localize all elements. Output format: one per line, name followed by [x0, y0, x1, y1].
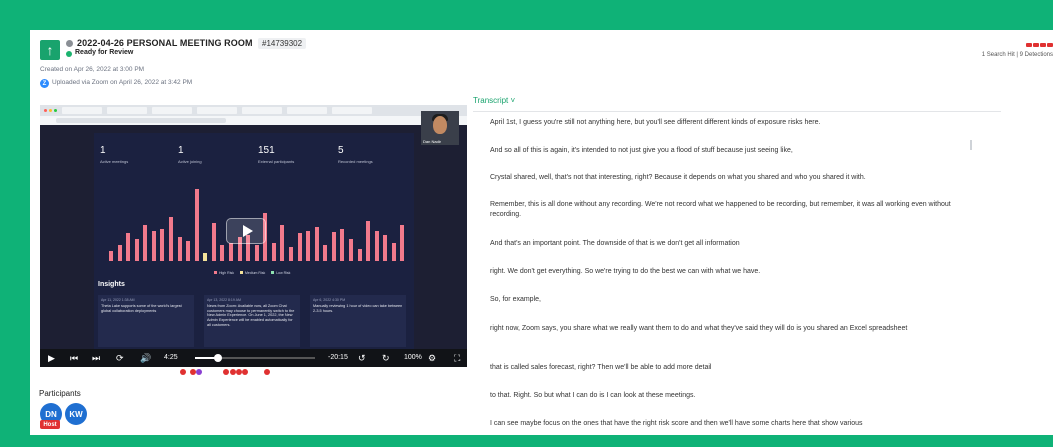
dashboard-bar: [297, 233, 302, 261]
dashboard-bar: [203, 253, 208, 261]
stat-card: 1 Active joining: [178, 145, 202, 164]
created-date: Created on Apr 26, 2022 at 3:00 PM: [40, 66, 145, 73]
stat-card: 151 External participants: [258, 145, 295, 164]
transcript-line[interactable]: April 1st, I guess you're still not anyt…: [490, 118, 970, 128]
recording-dot-icon: [66, 40, 73, 47]
dashboard-bar: [177, 237, 182, 261]
playback-speed[interactable]: 100%: [404, 354, 422, 361]
page-title: 2022-04-26 PERSONAL MEETING ROOM: [77, 38, 253, 48]
settings-gear-icon[interactable]: ⚙: [428, 352, 436, 364]
seek-bar[interactable]: [195, 354, 315, 362]
dashboard-bar: [271, 243, 276, 261]
transcript-line[interactable]: And that's an important point. The downs…: [490, 239, 970, 249]
transcript-line[interactable]: to that. Right. So but what I can do is …: [490, 391, 970, 401]
transcript-line[interactable]: Crystal shared, well, that's not that in…: [490, 173, 970, 183]
transcript-line[interactable]: right now, Zoom says, you share what we …: [490, 324, 970, 334]
dashboard-bar: [220, 245, 225, 261]
dashboard-bar: [383, 235, 388, 261]
insight-card: Apr 6, 2022 4:30 PM Manually reviewing 1 …: [310, 295, 406, 347]
status-label: Ready for Review: [75, 49, 134, 56]
dashboard-bar: [323, 245, 328, 261]
dashboard-bar: [391, 243, 396, 261]
dashboard-bar: [186, 241, 191, 261]
transcript-divider: [473, 111, 1001, 112]
avatar[interactable]: KW: [65, 403, 87, 425]
detection-marker[interactable]: [180, 369, 186, 375]
dashboard-bar: [194, 189, 199, 261]
rewind-icon[interactable]: ↺: [358, 352, 366, 364]
chart-legend: High Risk Medium Risk Low Risk: [214, 271, 290, 275]
dashboard-bar: [254, 245, 259, 261]
dashboard-bar: [314, 227, 319, 261]
video-player[interactable]: Dan Nadir 1 Active meetings 1 Active joini…: [40, 105, 467, 367]
dashboard-bar: [331, 232, 336, 261]
dashboard-bar: [134, 239, 139, 261]
participants-heading: Participants: [39, 389, 81, 398]
dashboard-bar: [400, 225, 405, 261]
detection-marker[interactable]: [223, 369, 229, 375]
dashboard-bar: [143, 225, 148, 261]
dashboard-bar: [169, 217, 173, 261]
volume-icon[interactable]: 🔊: [140, 352, 151, 364]
insight-card: Apr 13, 2022 8:19 AM News from Zoom: Avai…: [204, 295, 300, 347]
zoom-icon: Z: [40, 79, 49, 88]
player-controls: ▶ ⏮ ⏭ ⟳ 🔊 4:25 -20:15 ↺ ↻ 100% ⚙ ⛶: [40, 349, 467, 367]
recorded-url-bar: [40, 116, 467, 125]
host-badge: Host: [40, 420, 60, 429]
detection-marker[interactable]: [196, 369, 202, 375]
dashboard-bar: [289, 247, 293, 261]
risk-indicator: [1026, 43, 1053, 47]
dashboard-bar: [280, 225, 285, 261]
current-time: 4:25: [164, 354, 178, 361]
seek-handle[interactable]: [214, 354, 222, 362]
dashboard-bar: [366, 221, 371, 261]
dashboard-bar: [117, 245, 122, 261]
skip-back-icon[interactable]: ⏮: [70, 352, 78, 364]
transcript-tab[interactable]: Transcript ˅: [473, 96, 515, 105]
upload-arrow-icon[interactable]: ↑: [40, 40, 60, 60]
forward-icon[interactable]: ↻: [382, 352, 390, 364]
transcript-line[interactable]: right. We don't get everything. So we're…: [490, 267, 970, 277]
stat-card: 1 Active meetings: [100, 145, 129, 164]
transcript-scrollbar[interactable]: [970, 140, 972, 150]
detection-marker[interactable]: [242, 369, 248, 375]
dashboard-bar: [109, 251, 113, 261]
loop-icon[interactable]: ⟳: [116, 352, 124, 364]
recorded-browser-tabbar: [40, 105, 467, 116]
dashboard-bar: [160, 229, 165, 261]
remaining-time: -20:15: [328, 354, 348, 361]
stat-card: 5 Recorded meetings: [338, 145, 373, 164]
transcript-line[interactable]: And so all of this is again, it's intend…: [490, 146, 970, 156]
skip-forward-icon[interactable]: ⏭: [92, 352, 100, 364]
status-dot-icon: [66, 51, 72, 57]
transcript-line[interactable]: I can see maybe focus on the ones that h…: [490, 419, 970, 429]
dashboard-bar: [126, 233, 131, 261]
play-icon[interactable]: ▶: [48, 352, 55, 364]
dashboard-bar: [357, 249, 362, 261]
dashboard-bar: [211, 223, 216, 261]
dashboard-bar: [340, 229, 345, 261]
transcript-line[interactable]: So, for example,: [490, 295, 970, 305]
dashboard-bar: [374, 231, 379, 261]
dashboard-bar: [151, 231, 156, 261]
fullscreen-icon[interactable]: ⛶: [454, 352, 460, 364]
speaker-camera-thumbnail: Dan Nadir: [421, 111, 459, 145]
record-id-badge: #14739302: [258, 38, 307, 49]
dashboard-bar: [306, 231, 311, 261]
recording-detail-panel: ↑ 2022-04-26 PERSONAL MEETING ROOM #1473…: [30, 30, 1053, 435]
insight-card: Apr 11, 2022 1:38 AM Theta Lake supports …: [98, 295, 194, 347]
detection-markers: [40, 369, 467, 377]
play-overlay-button[interactable]: [226, 218, 266, 244]
transcript-line[interactable]: that is called sales forecast, right? Th…: [490, 363, 970, 373]
search-hits-summary[interactable]: 1 Search Hit | 9 Detections: [982, 52, 1053, 58]
dashboard-bar: [349, 239, 353, 261]
detection-marker[interactable]: [264, 369, 270, 375]
uploaded-info: Uploaded via Zoom on April 26, 2022 at 3…: [52, 79, 193, 86]
transcript-line[interactable]: Remember, this is all done without any r…: [490, 200, 970, 220]
insights-title: Insights: [98, 281, 125, 288]
camera-name: Dan Nadir: [423, 139, 442, 144]
dashboard-bar: [229, 243, 233, 261]
